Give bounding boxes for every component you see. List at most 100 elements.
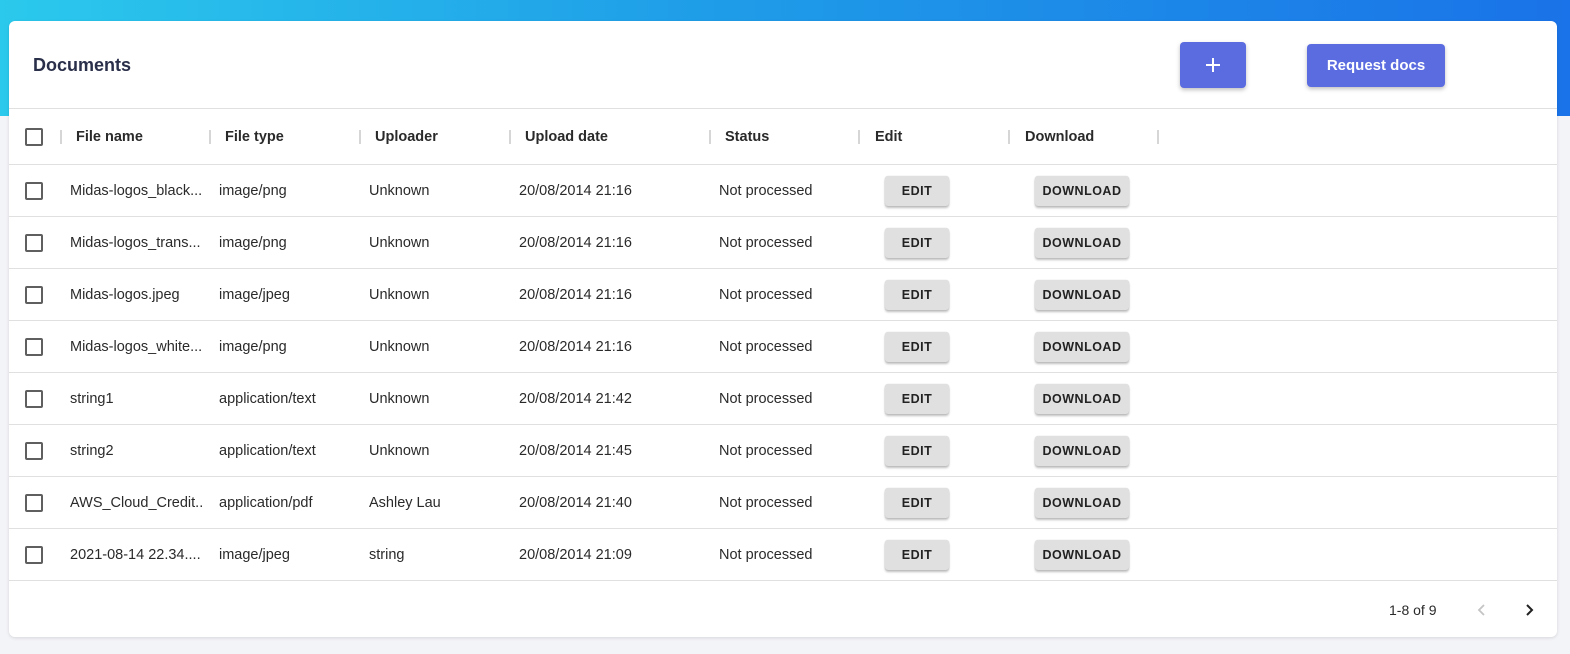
- table-row[interactable]: Midas-logos_white... image/png Unknown 2…: [9, 321, 1557, 373]
- table-footer: 1-8 of 9: [9, 581, 1557, 637]
- file-name-cell: string1: [70, 390, 114, 407]
- row-checkbox[interactable]: [25, 233, 43, 252]
- row-select-cell: [25, 373, 43, 424]
- column-header-upload-date[interactable]: Upload date: [525, 109, 608, 164]
- edit-cell: EDIT: [885, 269, 949, 320]
- edit-button[interactable]: EDIT: [885, 487, 949, 518]
- documents-panel: Documents Request docs File name File ty…: [9, 21, 1557, 637]
- previous-page-button[interactable]: [1467, 595, 1497, 625]
- row-checkbox[interactable]: [25, 389, 43, 408]
- download-button[interactable]: DOWNLOAD: [1035, 383, 1129, 414]
- edit-button[interactable]: EDIT: [885, 331, 949, 362]
- file-type-cell: application/text: [219, 442, 316, 459]
- column-separator[interactable]: [359, 130, 361, 144]
- edit-cell: EDIT: [885, 321, 949, 372]
- row-checkbox[interactable]: [25, 493, 43, 512]
- download-button[interactable]: DOWNLOAD: [1035, 227, 1129, 258]
- upload-date-cell: 20/08/2014 21:40: [519, 494, 632, 511]
- row-select-cell: [25, 321, 43, 372]
- table-row[interactable]: string2 application/text Unknown 20/08/2…: [9, 425, 1557, 477]
- column-separator[interactable]: [209, 130, 211, 144]
- upload-date-cell: 20/08/2014 21:16: [519, 286, 632, 303]
- row-checkbox[interactable]: [25, 285, 43, 304]
- upload-date-cell: 20/08/2014 21:45: [519, 442, 632, 459]
- pagination-range: 1-8 of 9: [1389, 602, 1437, 618]
- next-page-button[interactable]: [1514, 595, 1544, 625]
- upload-date-cell: 20/08/2014 21:09: [519, 546, 632, 563]
- uploader-cell: Unknown: [369, 442, 430, 459]
- row-select-cell: [25, 217, 43, 268]
- column-header-download[interactable]: Download: [1025, 109, 1094, 164]
- status-cell: Not processed: [719, 494, 813, 511]
- edit-button[interactable]: EDIT: [885, 435, 949, 466]
- file-name-cell: 2021-08-14 22.34....: [70, 546, 201, 563]
- edit-cell: EDIT: [885, 477, 949, 528]
- table-row[interactable]: 2021-08-14 22.34.... image/jpeg string 2…: [9, 529, 1557, 581]
- status-cell: Not processed: [719, 546, 813, 563]
- column-header-uploader[interactable]: Uploader: [375, 109, 438, 164]
- page-title: Documents: [33, 55, 132, 75]
- edit-button[interactable]: EDIT: [885, 539, 949, 570]
- plus-icon: [1206, 58, 1220, 72]
- file-name-cell: Midas-logos_white...: [70, 338, 203, 355]
- column-separator[interactable]: [709, 130, 711, 144]
- edit-button[interactable]: EDIT: [885, 279, 949, 310]
- download-cell: DOWNLOAD: [1035, 477, 1129, 528]
- row-select-cell: [25, 529, 43, 580]
- download-button[interactable]: DOWNLOAD: [1035, 279, 1129, 310]
- column-header-status[interactable]: Status: [725, 109, 769, 164]
- column-header-edit[interactable]: Edit: [875, 109, 902, 164]
- table-row[interactable]: string1 application/text Unknown 20/08/2…: [9, 373, 1557, 425]
- download-cell: DOWNLOAD: [1035, 529, 1129, 580]
- download-button[interactable]: DOWNLOAD: [1035, 487, 1129, 518]
- row-checkbox[interactable]: [25, 181, 43, 200]
- status-cell: Not processed: [719, 234, 813, 251]
- column-separator[interactable]: [858, 130, 860, 144]
- status-cell: Not processed: [719, 286, 813, 303]
- upload-date-cell: 20/08/2014 21:16: [519, 182, 632, 199]
- edit-button[interactable]: EDIT: [885, 175, 949, 206]
- add-document-button[interactable]: [1180, 42, 1246, 88]
- edit-button[interactable]: EDIT: [885, 383, 949, 414]
- row-checkbox[interactable]: [25, 545, 43, 564]
- row-select-cell: [25, 269, 43, 320]
- row-select-cell: [25, 425, 43, 476]
- row-select-cell: [25, 477, 43, 528]
- file-type-cell: image/png: [219, 234, 287, 251]
- download-button[interactable]: DOWNLOAD: [1035, 539, 1129, 570]
- file-name-cell: Midas-logos.jpeg: [70, 286, 180, 303]
- column-header-file-name[interactable]: File name: [76, 109, 143, 164]
- file-type-cell: application/text: [219, 390, 316, 407]
- uploader-cell: Unknown: [369, 286, 430, 303]
- table-row[interactable]: AWS_Cloud_Credit... application/pdf Ashl…: [9, 477, 1557, 529]
- file-name-cell: string2: [70, 442, 114, 459]
- edit-button[interactable]: EDIT: [885, 227, 949, 258]
- status-cell: Not processed: [719, 182, 813, 199]
- row-checkbox[interactable]: [25, 337, 43, 356]
- table-row[interactable]: Midas-logos_black... image/png Unknown 2…: [9, 165, 1557, 217]
- download-cell: DOWNLOAD: [1035, 217, 1129, 268]
- column-separator[interactable]: [509, 130, 511, 144]
- chevron-left-icon: [1477, 604, 1485, 616]
- table-row[interactable]: Midas-logos.jpeg image/jpeg Unknown 20/0…: [9, 269, 1557, 321]
- select-all-cell: [25, 109, 43, 164]
- uploader-cell: string: [369, 546, 405, 563]
- row-checkbox[interactable]: [25, 441, 43, 460]
- row-select-cell: [25, 165, 43, 216]
- table-row[interactable]: Midas-logos_trans... image/png Unknown 2…: [9, 217, 1557, 269]
- chevron-right-icon: [1526, 604, 1534, 616]
- column-separator[interactable]: [1008, 130, 1010, 144]
- select-all-checkbox[interactable]: [25, 127, 43, 146]
- column-separator[interactable]: [1157, 130, 1159, 144]
- download-button[interactable]: DOWNLOAD: [1035, 435, 1129, 466]
- column-separator[interactable]: [60, 130, 62, 144]
- file-name-cell: Midas-logos_trans...: [70, 234, 201, 251]
- download-cell: DOWNLOAD: [1035, 373, 1129, 424]
- column-header-file-type[interactable]: File type: [225, 109, 284, 164]
- status-cell: Not processed: [719, 442, 813, 459]
- uploader-cell: Unknown: [369, 390, 430, 407]
- download-button[interactable]: DOWNLOAD: [1035, 175, 1129, 206]
- download-button[interactable]: DOWNLOAD: [1035, 331, 1129, 362]
- request-docs-button[interactable]: Request docs: [1307, 44, 1445, 87]
- uploader-cell: Ashley Lau: [369, 494, 441, 511]
